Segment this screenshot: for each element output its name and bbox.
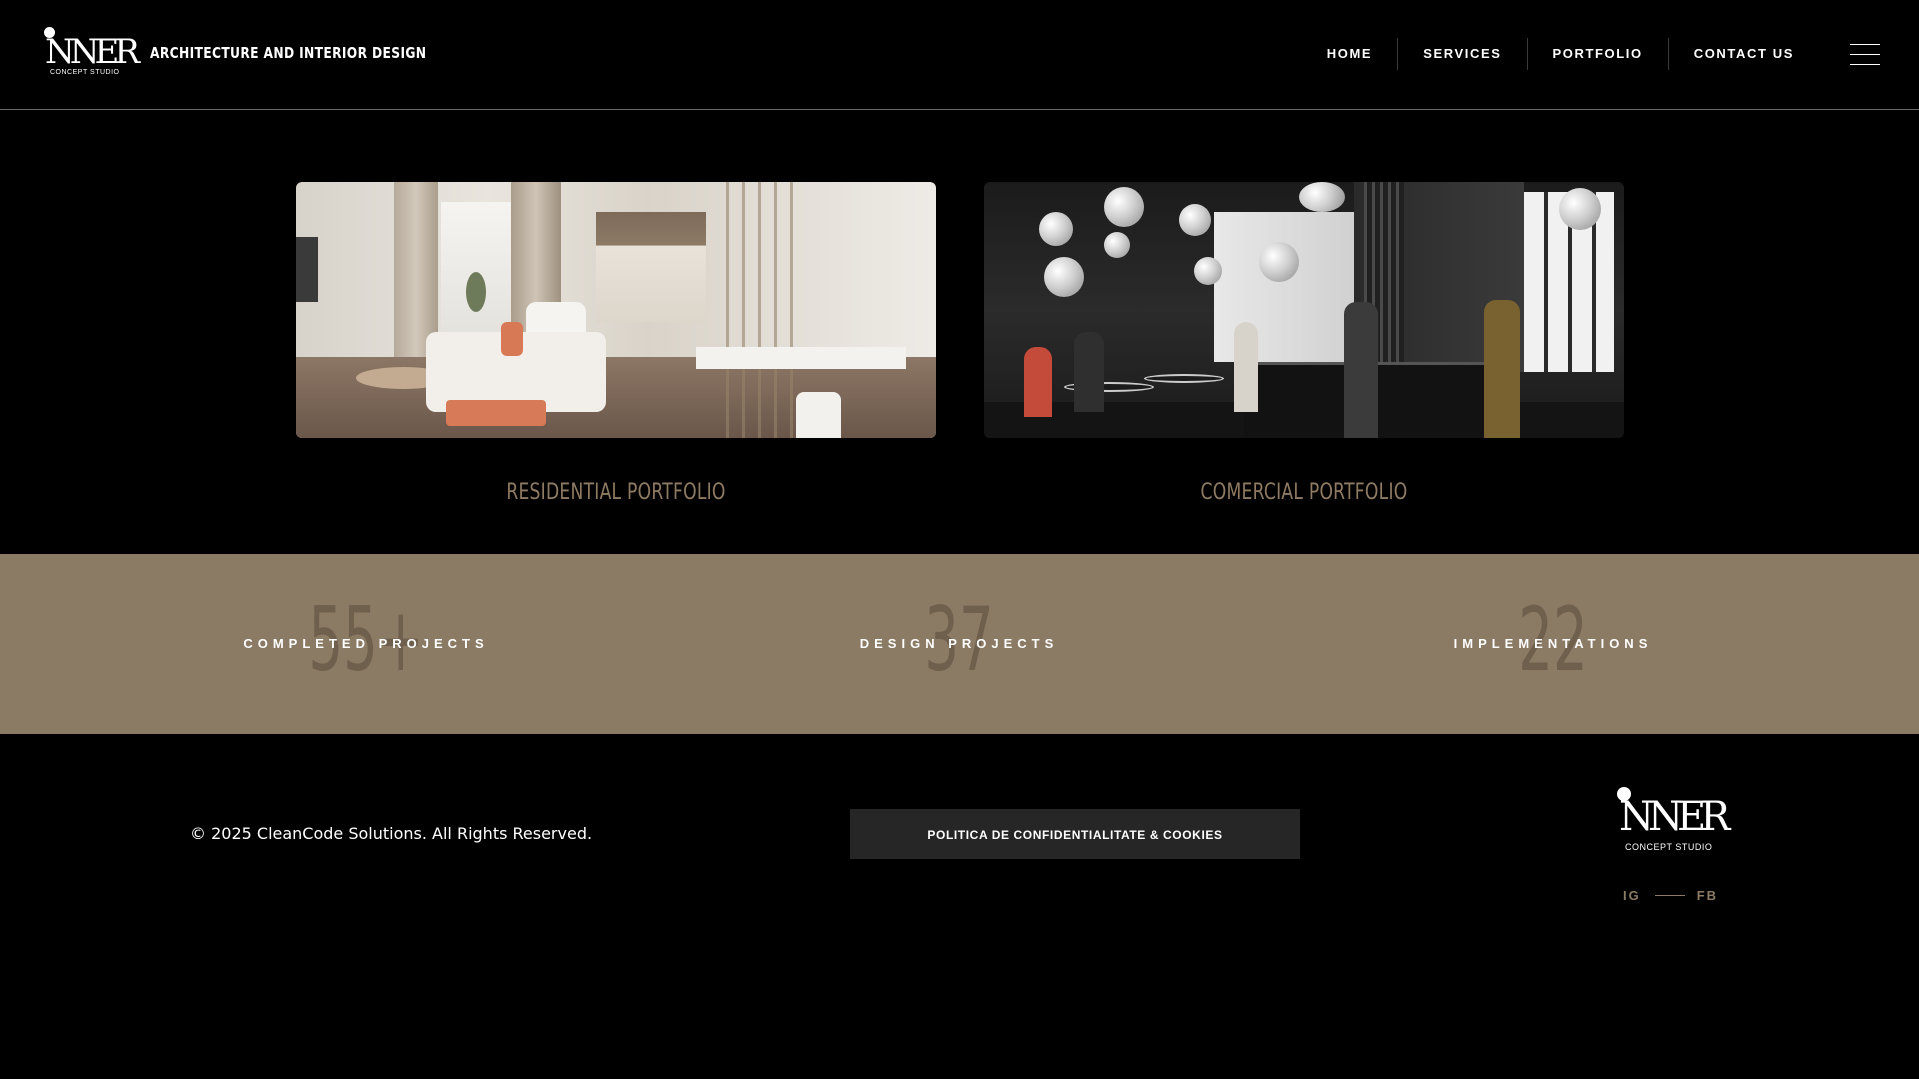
commercial-portfolio-caption[interactable]: COMERCIAL PORTFOLIO — [1054, 480, 1553, 505]
commercial-interior-image[interactable] — [984, 182, 1624, 438]
hamburger-icon[interactable] — [1850, 44, 1880, 66]
brand-logo[interactable]: NNER CONCEPT STUDIO — [42, 26, 140, 80]
stats-band: 55+ COMPLETED PROJECTS 37 DESIGN PROJECT… — [0, 554, 1919, 734]
social-divider — [1654, 894, 1685, 896]
privacy-policy-button[interactable]: POLITICA DE CONFIDENTIALITATE & COOKIES — [850, 809, 1300, 859]
logo-subtitle: CONCEPT STUDIO — [1625, 842, 1713, 852]
nav-home-link[interactable]: HOME — [1302, 38, 1397, 70]
stat-completed-projects: 55+ COMPLETED PROJECTS — [176, 554, 556, 734]
nav-contact-link[interactable]: CONTACT US — [1667, 38, 1819, 70]
logo-wordmark: NNER — [1619, 794, 1730, 840]
site-header: NNER CONCEPT STUDIO ARCHITECTURE AND INT… — [0, 0, 1919, 110]
stat-label: DESIGN PROJECTS — [859, 636, 1059, 651]
facebook-link[interactable]: FB — [1697, 888, 1718, 903]
stat-label: COMPLETED PROJECTS — [243, 636, 489, 651]
main-nav: HOME SERVICES PORTFOLIO CONTACT US — [1302, 38, 1819, 70]
commercial-portfolio-card[interactable]: COMERCIAL PORTFOLIO — [984, 182, 1624, 505]
nav-services-link[interactable]: SERVICES — [1397, 38, 1526, 70]
residential-interior-image[interactable] — [296, 182, 936, 438]
instagram-link[interactable]: IG — [1623, 888, 1641, 903]
stat-design-projects: 37 DESIGN PROJECTS — [769, 554, 1149, 734]
nav-portfolio-link[interactable]: PORTFOLIO — [1526, 38, 1668, 70]
copyright-text: © 2025 CleanCode Solutions. All Rights R… — [190, 824, 593, 843]
logo-wordmark: NNER — [45, 32, 140, 72]
footer-logo[interactable]: NNER CONCEPT STUDIO — [1616, 787, 1730, 857]
stat-implementations: 22 IMPLEMENTATIONS — [1363, 554, 1743, 734]
logo-subtitle: CONCEPT STUDIO — [50, 69, 120, 76]
residential-portfolio-caption[interactable]: RESIDENTIAL PORTFOLIO — [366, 480, 865, 505]
residential-portfolio-card[interactable]: RESIDENTIAL PORTFOLIO — [296, 182, 936, 505]
site-tagline: ARCHITECTURE AND INTERIOR DESIGN — [150, 44, 427, 62]
social-links: IG FB — [1623, 885, 1718, 905]
stat-label: IMPLEMENTATIONS — [1453, 636, 1653, 651]
